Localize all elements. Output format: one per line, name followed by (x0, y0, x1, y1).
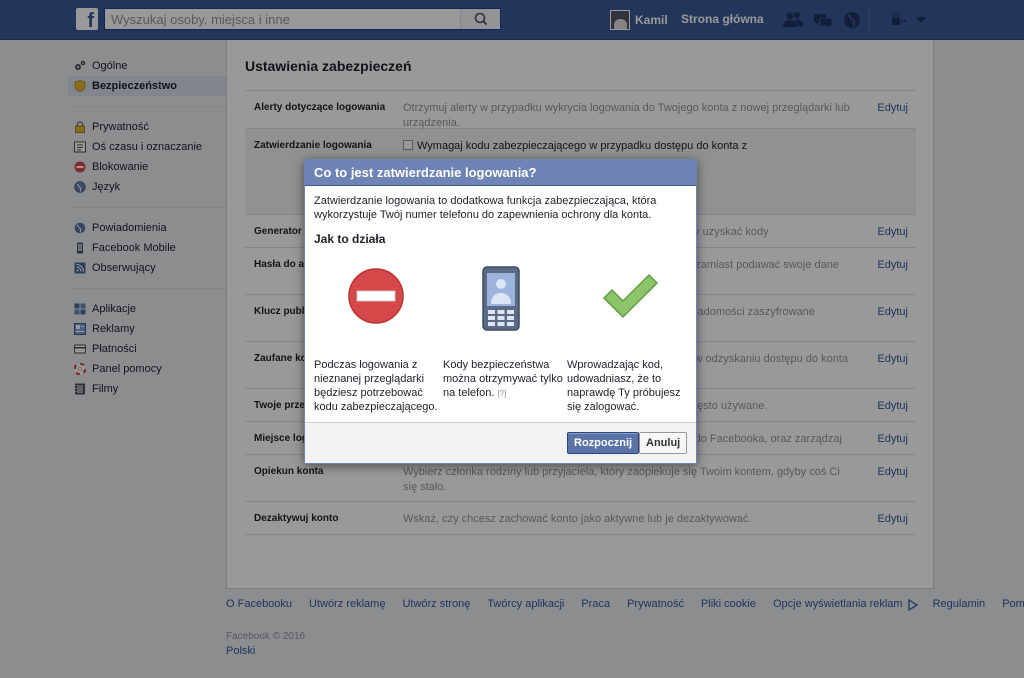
cancel-button[interactable]: Anuluj (639, 432, 688, 454)
dialog-subtitle: Jak to działa (314, 232, 386, 246)
dialog-intro: Zatwierdzanie logowania to dodatkowa fun… (314, 195, 657, 221)
dialog-footer: Rozpocznij Anuluj (305, 422, 696, 463)
dialog-step-3: Wprowadzając kod, udowadniasz, że to nap… (567, 359, 681, 413)
dialog-step-1: Podczas logowania z nieznanej przeglądar… (314, 359, 438, 413)
stop-sign-icon (348, 268, 404, 324)
login-approvals-dialog: Co to jest zatwierdzanie logowania? Zatw… (304, 159, 697, 464)
mobile-phone-icon (482, 266, 520, 331)
dialog-title: Co to jest zatwierdzanie logowania? (305, 160, 696, 186)
check-mark-icon (602, 273, 659, 319)
start-button[interactable]: Rozpocznij (567, 432, 640, 454)
help-link[interactable]: [?] (497, 389, 506, 398)
dialog-step-2: Kody bezpieczeństwa można otrzymywać tyl… (443, 358, 565, 401)
